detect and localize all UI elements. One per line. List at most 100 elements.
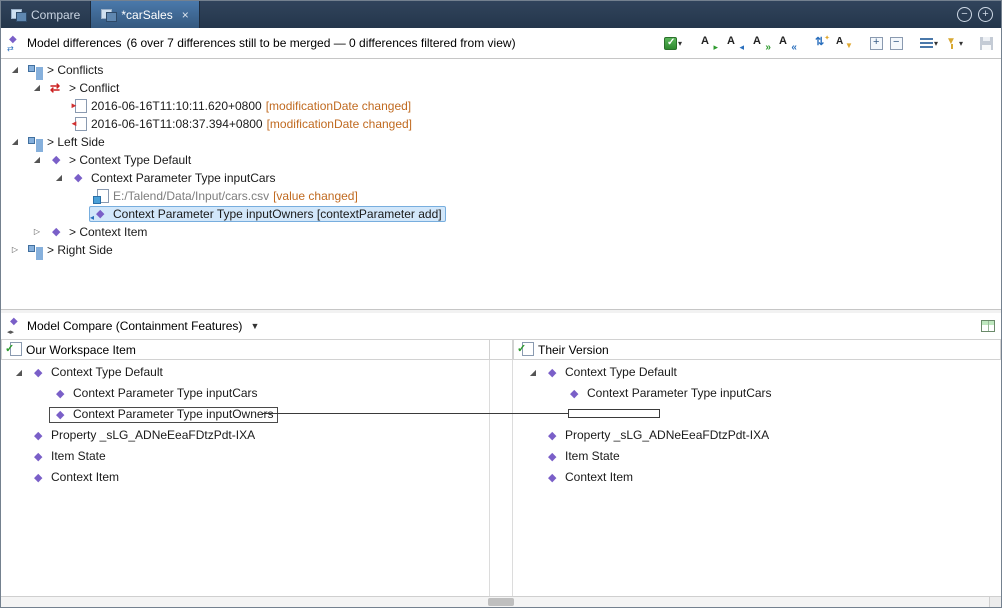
tree-item[interactable]: ◢> Left Side [1,133,1001,151]
layout-grid-icon[interactable] [981,320,995,332]
tree-item-content[interactable]: Context Parameter Type inputCars [67,170,280,186]
tab-carsales[interactable]: *carSales × [90,1,199,28]
tree-item-content[interactable]: 2016-06-16T11:10:11.620+0800[modificatio… [67,98,415,114]
chevron-down-icon: ▾ [934,39,938,48]
collapsed-expander-icon[interactable]: ▷ [29,223,45,241]
tree-item[interactable]: E:/Talend/Data/Input/cars.csv[value chan… [1,187,1001,205]
tree-item[interactable]: ◢ > Conflicts [1,61,1001,79]
save-comparison-button[interactable] [978,32,995,54]
expanded-expander-icon[interactable]: ◢ [11,362,27,383]
tree-item-content[interactable]: > Conflicts [23,62,107,78]
filter-dropdown[interactable]: ▾ [943,32,965,54]
expanded-expander-icon[interactable]: ◢ [29,151,45,169]
tree-item[interactable]: Context Item [513,467,1001,488]
tree-item[interactable]: 2016-06-16T11:10:11.620+0800[modificatio… [1,97,1001,115]
merge-mode-checkbox-button[interactable]: ▾ [662,32,684,54]
tab-label: Compare [31,8,80,22]
tree-item-content[interactable]: Context Parameter Type inputCars [563,386,776,402]
tree-item[interactable]: Property _sLG_ADNeEeaFDtzPdt-IXA [1,425,489,446]
expanded-expander-icon[interactable]: ◢ [51,169,67,187]
copy-all-right-to-left-button[interactable] [775,32,798,54]
model-compare-title: Model Compare (Containment Features) [27,319,242,333]
tree-item-content[interactable]: Item State [27,449,110,465]
tree-item-label: > Conflict [69,79,119,97]
tree-item[interactable]: ▷> Context Item [1,223,1001,241]
diamond-icon [71,171,88,186]
diamond-icon [545,365,562,380]
expand-all-button[interactable] [868,32,885,54]
tree-item-content[interactable]: Context Parameter Type inputOwners [cont… [89,206,446,222]
tree-item[interactable]: Context Parameter Type inputCars [513,383,1001,404]
differences-tree: ◢> Conflicts◢> Conflict2016-06-16T11:10:… [1,59,1001,309]
workspace-item-icon [6,342,23,357]
tree-item[interactable]: ◢Context Type Default [513,362,1001,383]
tree-item[interactable]: ◢ Context Parameter Type inputCars [1,169,1001,187]
maximize-icon[interactable]: + [978,7,993,22]
diamond-add-icon [93,207,110,222]
expanded-expander-icon[interactable]: ◢ [525,362,541,383]
collapse-all-button[interactable] [888,32,905,54]
tree-item-content[interactable]: > Context Item [45,224,151,240]
tree-item-content[interactable]: > Context Type Default [45,152,195,168]
diamond-icon [49,153,66,168]
tree-item-content[interactable]: Property _sLG_ADNeEeaFDtzPdt-IXA [541,428,773,444]
minimize-icon[interactable]: − [957,7,972,22]
tree-item[interactable]: Item State [513,446,1001,467]
tab-label: *carSales [121,8,172,22]
tree-item-label: > Right Side [47,241,113,259]
tree-item-content[interactable]: 2016-06-16T11:08:37.394+0800[modificatio… [67,116,416,132]
checkbox-icon [664,37,677,50]
tree-item-content[interactable]: E:/Talend/Data/Input/cars.csv[value chan… [89,188,362,204]
tree-item-content[interactable]: Context Type Default [27,365,167,381]
save-icon [980,37,993,50]
close-icon[interactable]: × [182,8,189,22]
tab-compare[interactable]: Compare [1,1,90,28]
tree-item-label: > Conflicts [47,61,103,79]
copy-all-left-to-right-button[interactable] [749,32,772,54]
diamond-icon [31,470,48,485]
tree-item-content[interactable]: Context Item [27,470,123,486]
tree-item-content[interactable]: Property _sLG_ADNeEeaFDtzPdt-IXA [27,428,259,444]
tree-item[interactable]: 2016-06-16T11:08:37.394+0800[modificatio… [1,115,1001,133]
copy-right-to-left-button[interactable] [723,32,746,54]
tree-item[interactable]: Context Item [1,467,489,488]
diff-navigation-button[interactable] [811,32,831,54]
funnel-icon [945,37,958,49]
tree-item-content[interactable]: > Right Side [23,242,117,258]
horizontal-scrollbar[interactable] [1,596,1001,607]
diamond-icon [53,407,70,422]
tree-item-content[interactable]: > Left Side [23,134,109,150]
expanded-expander-icon[interactable]: ◢ [7,133,23,151]
tree-item[interactable]: Property _sLG_ADNeEeaFDtzPdt-IXA [513,425,1001,446]
expanded-expander-icon[interactable]: ◢ [29,79,45,97]
group-by-dropdown[interactable]: ▾ [918,32,940,54]
tree-item[interactable]: ▷ > Right Side [1,241,1001,259]
tree-item[interactable]: Context Parameter Type inputOwners [cont… [1,205,1001,223]
change-annotation: [modificationDate changed] [267,115,412,133]
diamond-icon [31,365,48,380]
diff-filter-button[interactable] [834,32,855,54]
tree-item-content[interactable]: Context Parameter Type inputCars [49,386,262,402]
tree-item[interactable]: Context Parameter Type inputCars [1,383,489,404]
collapsed-expander-icon[interactable]: ▷ [7,241,23,259]
diamond-icon [31,449,48,464]
tree-item[interactable]: ◢> Context Type Default [1,151,1001,169]
tree-item-label: Context Parameter Type inputCars [587,383,772,404]
chevron-down-icon[interactable]: ▼ [250,321,259,331]
tree-item[interactable]: ◢ > Conflict [1,79,1001,97]
tree-item-content[interactable]: Context Item [541,470,637,486]
tree-item-content[interactable]: Context Parameter Type inputOwners [49,407,278,423]
tree-item-label: Context Parameter Type inputCars [91,169,276,187]
tree-item-content[interactable]: Item State [541,449,624,465]
tree-item[interactable]: Item State [1,446,489,467]
scrollbar-thumb[interactable] [488,598,514,606]
tree-item[interactable]: Context Parameter Type inputOwners [1,404,489,425]
copy-left-to-right-button[interactable] [697,32,720,54]
expanded-expander-icon[interactable]: ◢ [7,61,23,79]
doc-red-right-icon [71,99,88,114]
compare-body: ◢Context Type DefaultContext Parameter T… [1,360,1001,596]
tree-item[interactable]: ◢Context Type Default [1,362,489,383]
tree-item-content[interactable]: > Conflict [45,80,123,96]
tree-item-content[interactable]: Context Type Default [541,365,681,381]
toolbar-separator [908,43,915,44]
